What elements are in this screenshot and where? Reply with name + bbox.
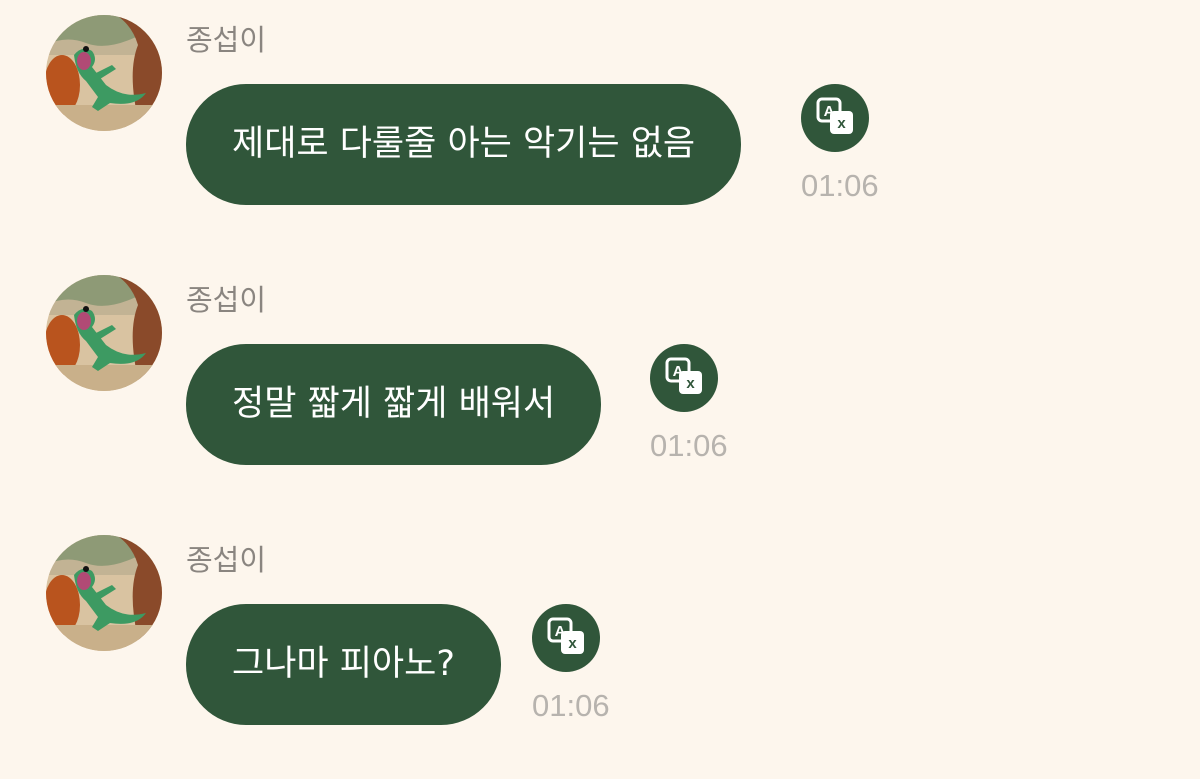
message-bubble[interactable]: 그나마 피아노? — [186, 604, 501, 725]
message-bubble[interactable]: 정말 짧게 짧게 배워서 — [186, 344, 602, 465]
message-row: 종섭이 제대로 다룰줄 아는 악기는 없음 01:06 — [0, 0, 1200, 230]
message-bubble[interactable]: 제대로 다룰줄 아는 악기는 없음 — [186, 84, 742, 205]
avatar[interactable] — [46, 275, 162, 391]
translate-button[interactable] — [650, 344, 718, 412]
sender-name: 종섭이 — [186, 543, 267, 577]
message-time: 01:06 — [650, 428, 728, 463]
avatar[interactable] — [46, 15, 162, 131]
translate-icon — [650, 344, 718, 412]
message-row: 종섭이 그나마 피아노? 01:06 — [0, 520, 1200, 750]
avatar[interactable] — [46, 535, 162, 651]
message-row: 종섭이 정말 짧게 짧게 배워서 01:06 — [0, 260, 1200, 490]
translate-button[interactable] — [532, 604, 600, 672]
translate-button[interactable] — [801, 84, 869, 152]
sender-name: 종섭이 — [186, 23, 267, 57]
chat-thread: 종섭이 제대로 다룰줄 아는 악기는 없음 01:06 종섭이 정말 짧게 짧게… — [0, 0, 1200, 779]
message-time: 01:06 — [801, 168, 879, 203]
cartoon-lizard-avatar-icon — [46, 275, 162, 391]
cartoon-lizard-avatar-icon — [46, 15, 162, 131]
message-time: 01:06 — [532, 688, 610, 723]
translate-icon — [801, 84, 869, 152]
sender-name: 종섭이 — [186, 283, 267, 317]
cartoon-lizard-avatar-icon — [46, 535, 162, 651]
translate-icon — [532, 604, 600, 672]
